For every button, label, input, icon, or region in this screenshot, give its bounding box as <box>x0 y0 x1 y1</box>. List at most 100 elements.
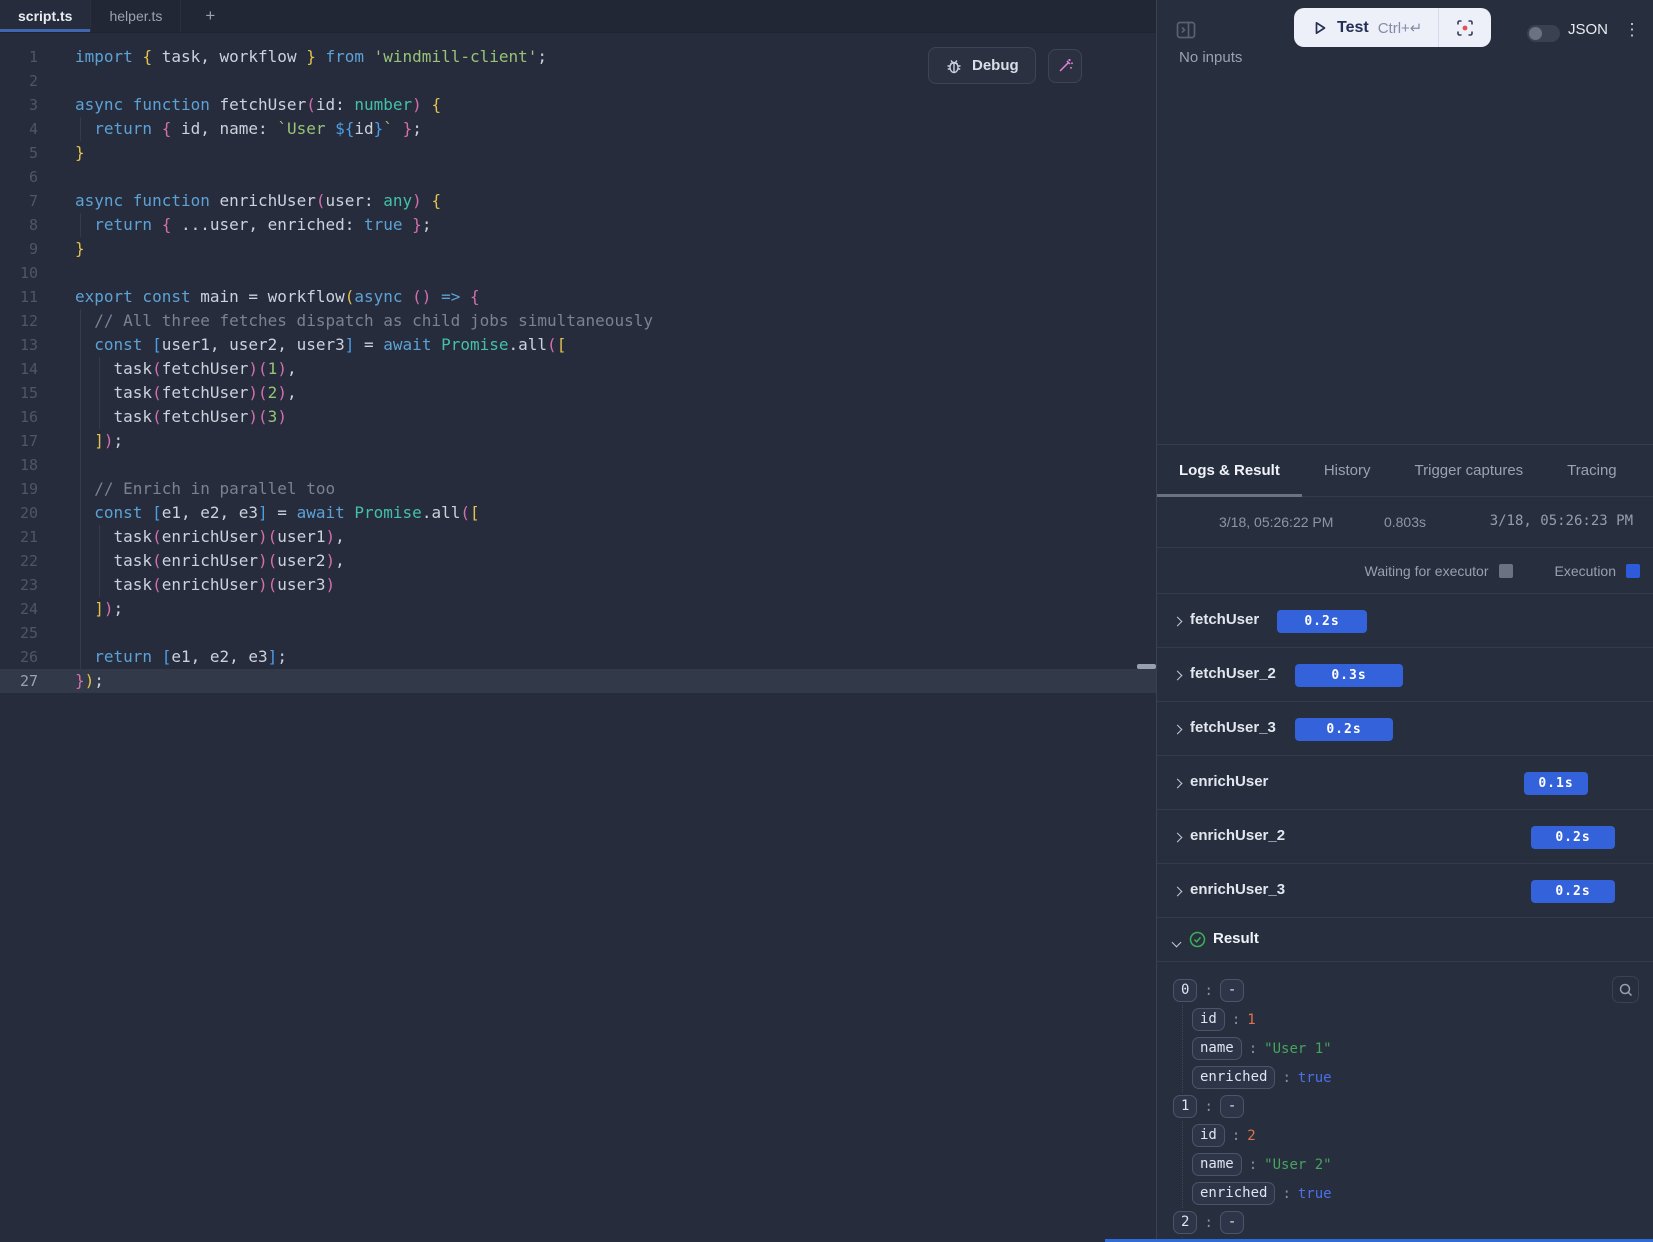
code-line[interactable]: 12 // All three fetches dispatch as chil… <box>0 309 1156 333</box>
tab-script-ts[interactable]: script.ts <box>0 0 91 32</box>
code-text: return [e1, e2, e3]; <box>75 645 287 669</box>
line-number: 13 <box>0 333 38 357</box>
duration-badge[interactable]: 0.2s <box>1531 826 1615 849</box>
legend-waiting-swatch <box>1499 564 1513 578</box>
collapse-toggle-chip[interactable]: - <box>1220 979 1244 1002</box>
code-line[interactable]: 23 task(enrichUser)(user3) <box>0 573 1156 597</box>
duration-badge[interactable]: 0.2s <box>1531 880 1615 903</box>
duration-badge[interactable]: 0.2s <box>1277 610 1367 633</box>
code-line[interactable]: 27}); <box>0 669 1156 693</box>
key-chip[interactable]: name <box>1192 1153 1242 1176</box>
tab-logs-result[interactable]: Logs & Result <box>1157 445 1302 496</box>
line-number: 11 <box>0 285 38 309</box>
colon: : <box>1204 1215 1212 1231</box>
index-chip[interactable]: 0 <box>1173 979 1197 1002</box>
code-line[interactable]: 20 const [e1, e2, e3] = await Promise.al… <box>0 501 1156 525</box>
line-number: 2 <box>0 69 38 93</box>
ai-wand-button[interactable] <box>1048 49 1082 83</box>
indent-guide <box>80 453 81 477</box>
value-number: 2 <box>1247 1128 1255 1144</box>
key-chip[interactable]: enriched <box>1192 1182 1275 1205</box>
json-toggle[interactable] <box>1527 25 1560 42</box>
code-line[interactable]: 3async function fetchUser(id: number) { <box>0 93 1156 117</box>
key-chip[interactable]: enriched <box>1192 1066 1275 1089</box>
code-line[interactable]: 26 return [e1, e2, e3]; <box>0 645 1156 669</box>
code-line[interactable]: 21 task(enrichUser)(user1), <box>0 525 1156 549</box>
line-number: 9 <box>0 237 38 261</box>
code-line[interactable]: 24 ]); <box>0 597 1156 621</box>
index-chip[interactable]: 1 <box>1173 1095 1197 1118</box>
colon: : <box>1282 1186 1290 1202</box>
test-button[interactable]: Test Ctrl+↵ <box>1294 8 1438 47</box>
code-line[interactable]: 9} <box>0 237 1156 261</box>
code-line[interactable]: 18 <box>0 453 1156 477</box>
code-line[interactable]: 14 task(fetchUser)(1), <box>0 357 1156 381</box>
chevron-right-icon <box>1173 671 1183 681</box>
job-name: enrichUser <box>1190 773 1268 790</box>
duration-badge[interactable]: 0.3s <box>1295 664 1403 687</box>
test-button-group: Test Ctrl+↵ <box>1294 8 1491 47</box>
chevron-right-icon <box>1173 887 1183 897</box>
index-chip[interactable]: 2 <box>1173 1211 1197 1234</box>
result-children: id:1name:"User 1"enriched:true <box>1182 1005 1653 1092</box>
panel-resize-handle[interactable] <box>1137 664 1156 669</box>
code-line[interactable]: 4 return { id, name: `User ${id}` }; <box>0 117 1156 141</box>
panel-tabs: Logs & Result History Trigger captures T… <box>1157 444 1653 497</box>
job-row-enrichUser_3[interactable]: enrichUser_3 0.2s <box>1157 864 1653 918</box>
job-name: enrichUser_2 <box>1190 827 1285 844</box>
code-line[interactable]: 11export const main = workflow(async () … <box>0 285 1156 309</box>
code-area[interactable]: 1import { task, workflow } from 'windmil… <box>0 33 1156 693</box>
tab-tracing[interactable]: Tracing <box>1545 445 1638 496</box>
timeline-header: 3/18, 05:26:22 PM 0.803s 3/18, 05:26:23 … <box>1157 497 1653 548</box>
line-number: 1 <box>0 45 38 69</box>
collapse-panel-button[interactable] <box>1173 17 1199 43</box>
code-line[interactable]: 19 // Enrich in parallel too <box>0 477 1156 501</box>
job-row-fetchUser_3[interactable]: fetchUser_30.2s <box>1157 702 1653 756</box>
code-text: ]); <box>75 429 123 453</box>
test-label: Test <box>1337 19 1369 37</box>
job-row-fetchUser[interactable]: fetchUser0.2s <box>1157 594 1653 648</box>
code-line[interactable]: 8 return { ...user, enriched: true }; <box>0 213 1156 237</box>
code-line[interactable]: 5} <box>0 141 1156 165</box>
result-header-row[interactable]: Result <box>1157 918 1653 962</box>
key-chip[interactable]: name <box>1192 1037 1242 1060</box>
job-name: fetchUser_2 <box>1190 665 1276 682</box>
collapse-toggle-chip[interactable]: - <box>1220 1211 1244 1234</box>
collapse-toggle-chip[interactable]: - <box>1220 1095 1244 1118</box>
more-options-icon[interactable]: ⋮ <box>1623 18 1641 42</box>
job-row-enrichUser[interactable]: enrichUser 0.1s <box>1157 756 1653 810</box>
code-line[interactable]: 17 ]); <box>0 429 1156 453</box>
line-number: 12 <box>0 309 38 333</box>
code-line[interactable]: 22 task(enrichUser)(user2), <box>0 549 1156 573</box>
debug-label: Debug <box>972 57 1019 74</box>
duration-badge[interactable]: 0.1s <box>1524 772 1588 795</box>
tab-helper-ts[interactable]: helper.ts <box>91 0 181 32</box>
code-line[interactable]: 15 task(fetchUser)(2), <box>0 381 1156 405</box>
tab-history[interactable]: History <box>1302 445 1393 496</box>
duration-badge[interactable]: 0.2s <box>1295 718 1393 741</box>
code-line[interactable]: 25 <box>0 621 1156 645</box>
key-chip[interactable]: id <box>1192 1124 1225 1147</box>
colon: : <box>1249 1041 1257 1057</box>
code-text: task(fetchUser)(3) <box>75 405 287 429</box>
code-line[interactable]: 6 <box>0 165 1156 189</box>
code-line[interactable]: 16 task(fetchUser)(3) <box>0 405 1156 429</box>
new-tab-button[interactable]: + <box>181 0 239 32</box>
code-line[interactable]: 13 const [user1, user2, user3] = await P… <box>0 333 1156 357</box>
result-field-row: id:2 <box>1192 1121 1653 1150</box>
key-chip[interactable]: id <box>1192 1008 1225 1031</box>
job-row-enrichUser_2[interactable]: enrichUser_2 0.2s <box>1157 810 1653 864</box>
json-toggle-label: JSON <box>1568 21 1608 38</box>
chevron-right-icon <box>1173 779 1183 789</box>
line-number: 15 <box>0 381 38 405</box>
success-check-icon <box>1189 931 1206 948</box>
test-shortcut: Ctrl+↵ <box>1378 19 1423 37</box>
tab-trigger-captures[interactable]: Trigger captures <box>1393 445 1546 496</box>
code-line[interactable]: 10 <box>0 261 1156 285</box>
debug-button[interactable]: Debug <box>928 47 1036 84</box>
job-name: enrichUser_3 <box>1190 881 1285 898</box>
capture-test-button[interactable] <box>1439 8 1491 47</box>
search-result-button[interactable] <box>1612 976 1639 1003</box>
job-row-fetchUser_2[interactable]: fetchUser_2 0.3s <box>1157 648 1653 702</box>
code-line[interactable]: 7async function enrichUser(user: any) { <box>0 189 1156 213</box>
